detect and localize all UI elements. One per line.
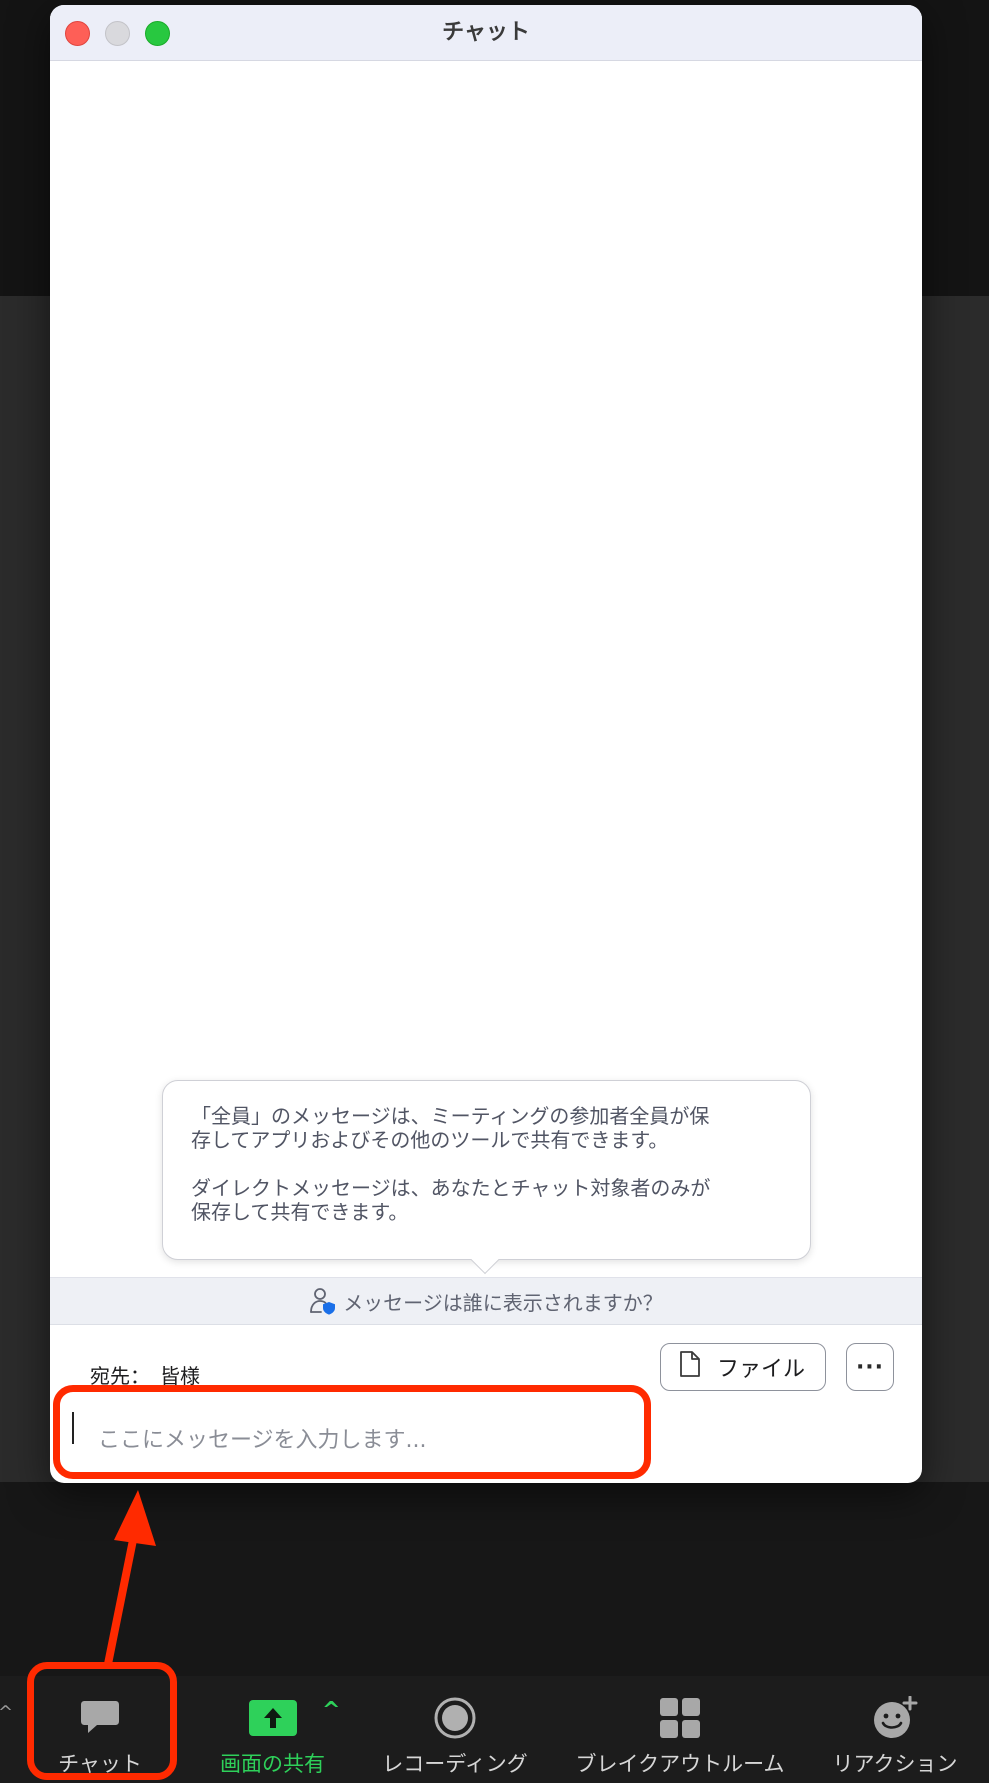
annotation-highlight-chat-button <box>27 1662 177 1780</box>
share-options-caret-icon[interactable]: ^ <box>322 1698 340 1723</box>
chat-window: チャット 「全員」のメッセージは、ミーティングの参加者全員が保 存してアプリおよ… <box>50 5 922 1483</box>
more-options-button[interactable]: ··· <box>846 1343 894 1391</box>
toolbar-recording-button[interactable]: レコーディング <box>375 1676 535 1783</box>
person-shield-icon <box>309 1287 337 1315</box>
file-button-label: ファイル <box>717 1357 806 1382</box>
ellipsis-icon: ··· <box>855 1354 885 1380</box>
toolbar-share-screen-button[interactable]: 画面の共有 <box>200 1676 345 1783</box>
title-bar[interactable]: チャット <box>50 5 922 61</box>
toolbar-reactions-button[interactable]: リアクション <box>820 1676 970 1783</box>
annotation-highlight-message-input <box>53 1385 651 1479</box>
toolbar-share-screen-label: 画面の共有 <box>220 1752 325 1776</box>
file-button[interactable]: ファイル <box>660 1343 826 1391</box>
message-visibility-bar[interactable]: メッセージは誰に表示されますか？ <box>50 1277 922 1325</box>
toolbar-breakout-rooms-button[interactable]: ブレイクアウトルーム <box>565 1676 795 1783</box>
visibility-bar-label: メッセージは誰に表示されますか？ <box>343 1290 663 1315</box>
tooltip-paragraph-everyone: 「全員」のメッセージは、ミーティングの参加者全員が保 存してアプリおよびその他の… <box>191 1104 710 1152</box>
toolbar-reactions-label: リアクション <box>832 1752 958 1776</box>
tooltip-paragraph-direct: ダイレクトメッセージは、あなたとチャット対象者のみが 保存して共有できます。 <box>191 1176 711 1224</box>
toolbar-recording-label: レコーディング <box>382 1752 528 1776</box>
record-icon <box>433 1696 477 1740</box>
window-title: チャット <box>442 20 530 45</box>
file-icon <box>679 1350 701 1384</box>
add-reaction-icon <box>872 1696 918 1740</box>
share-screen-icon <box>248 1696 297 1740</box>
privacy-tooltip: 「全員」のメッセージは、ミーティングの参加者全員が保 存してアプリおよびその他の… <box>162 1080 811 1275</box>
background-band <box>0 1482 989 1676</box>
breakout-rooms-icon <box>660 1696 700 1740</box>
toolbar-breakout-rooms-label: ブレイクアウトルーム <box>575 1752 785 1776</box>
edge-caret-icon[interactable]: ^ <box>0 1702 13 1723</box>
